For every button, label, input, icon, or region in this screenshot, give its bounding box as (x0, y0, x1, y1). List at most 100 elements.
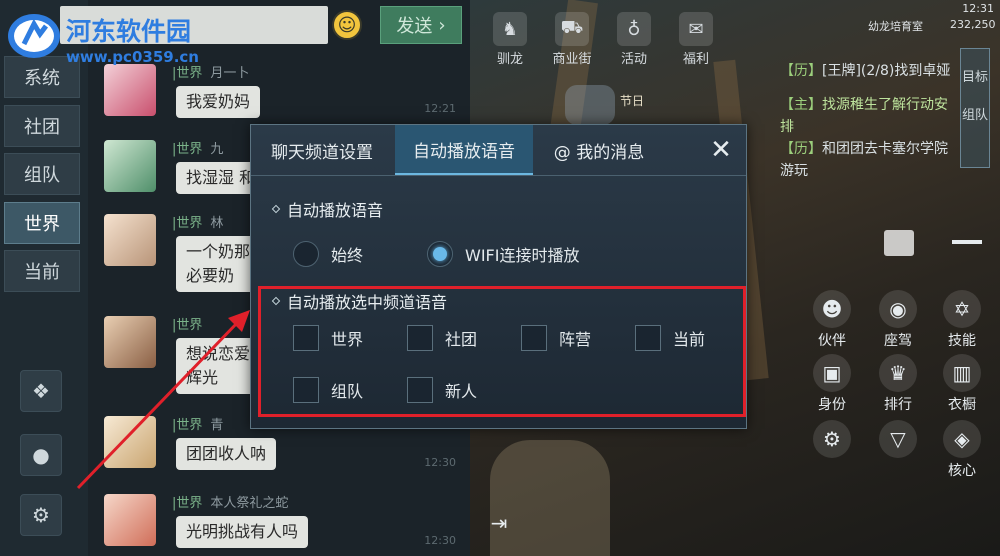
quest-item[interactable]: 【历】[王牌](2/8)找到卓娅 (780, 60, 960, 82)
tab-auto-play-voice[interactable]: 自动播放语音 (395, 125, 533, 175)
watermark-name: 河东软件园 (66, 17, 192, 46)
message-bubble[interactable]: 想说恋爱 辉光 (176, 338, 261, 394)
menu-label: 技能 (948, 333, 976, 349)
exit-icon[interactable]: ⇥ (484, 508, 514, 538)
message-bubble[interactable]: 团团收人呐 (176, 438, 277, 470)
quest-item[interactable]: 【历】和团团去卡塞尔学院游玩 (780, 138, 960, 182)
avatar[interactable] (104, 140, 156, 192)
radio-indicator (293, 241, 319, 267)
message-sender[interactable]: 青 (210, 418, 223, 433)
tab-chat-channel-settings[interactable]: 聊天频道设置 (251, 125, 393, 175)
top-icon-welfare[interactable]: ✉ 福利 (668, 12, 724, 67)
message-sender[interactable]: 九 (210, 142, 223, 157)
section-auto-play-voice: 自动播放语音 (271, 197, 384, 221)
channel-sidebar: 系统 社团 组队 世界 当前 ❖ ● ⚙ (0, 0, 88, 556)
status-bar: 12:31 (962, 2, 994, 15)
core-icon: ◈ (943, 420, 981, 458)
menu-skill[interactable]: ✡ 技能 (934, 290, 990, 350)
close-icon[interactable]: ✕ (706, 135, 736, 165)
message-time: 12:30 (424, 534, 456, 547)
avatar[interactable] (104, 214, 156, 266)
quest-item[interactable]: 【主】找源稚生了解行动安排 (780, 94, 960, 138)
rank-icon: ♛ (879, 354, 917, 392)
tab-team[interactable]: 组队 (4, 153, 80, 195)
cart-icon: ⛟ (555, 12, 589, 46)
section-title: 自动播放语音 (287, 201, 384, 220)
tab-world[interactable]: 世界 (4, 202, 80, 244)
robot-pet (565, 85, 615, 125)
menu-wardrobe[interactable]: ▥ 衣橱 (934, 354, 990, 414)
room-label: 幼龙培育室 (868, 20, 923, 33)
top-icon-event[interactable]: ♁ 活动 (606, 12, 662, 67)
watermark-url: www.pc0359.cn (66, 48, 199, 66)
menu-rank[interactable]: ♛ 排行 (870, 354, 926, 414)
top-icon-label: 福利 (682, 52, 709, 67)
dragon-icon: ♞ (493, 12, 527, 46)
tab-my-messages[interactable]: @ 我的消息 (535, 125, 663, 175)
menu-core[interactable]: ◈ 核心 (934, 420, 990, 480)
mount-icon: ◉ (879, 290, 917, 328)
partner-icon: ☻ (813, 290, 851, 328)
message-channel: |世界 (172, 142, 203, 157)
message-bubble[interactable]: 光明挑战有人吗 (176, 516, 309, 548)
top-icon-shop[interactable]: ⛟ 商业街 (544, 12, 600, 67)
message-line: 一个奶那 (186, 242, 251, 261)
gift-icon: ✉ (679, 12, 713, 46)
message-channel: |世界 (172, 318, 203, 333)
menu-label: 身份 (818, 397, 846, 413)
message-time: 12:21 (424, 102, 456, 115)
menu-toggle-icon[interactable] (952, 240, 982, 244)
radio-wifi-only[interactable]: WIFI连接时播放 (427, 241, 579, 267)
radio-indicator (427, 241, 453, 267)
message-channel: |世界 (172, 216, 203, 231)
quest-tag: 【历】 (780, 141, 822, 157)
radio-always[interactable]: 始终 (293, 241, 363, 267)
message-line: 辉光 (186, 368, 219, 387)
menu-task[interactable]: ▽ (870, 420, 926, 460)
message-sender[interactable]: 林 (210, 216, 223, 231)
emoji-icon[interactable]: ☺ (332, 10, 362, 40)
side-panel-target[interactable]: 目标 (961, 69, 989, 87)
message-bubble[interactable]: 一个奶那 必要奶 (176, 236, 261, 292)
identity-icon: ▣ (813, 354, 851, 392)
balloon-icon: ♁ (617, 12, 651, 46)
menu-label: 核心 (948, 463, 976, 479)
message-sender[interactable]: 月一卜 (210, 66, 249, 81)
microphone-icon[interactable]: ● (20, 434, 62, 476)
avatar[interactable] (104, 494, 156, 546)
quest-tag: 【主】 (780, 97, 822, 113)
tab-divider (251, 175, 746, 176)
top-icon-dragon[interactable]: ♞ 驯龙 (482, 12, 538, 67)
tab-club[interactable]: 社团 (4, 105, 80, 147)
highlight-box (258, 286, 746, 417)
menu-identity[interactable]: ▣ 身份 (804, 354, 860, 414)
message-channel: |世界 (172, 496, 203, 511)
menu-mount[interactable]: ◉ 座驾 (870, 290, 926, 350)
message-bubble[interactable]: 我爱奶妈 (176, 86, 261, 118)
avatar[interactable] (104, 316, 156, 368)
message-line: 必要奶 (186, 266, 235, 285)
avatar[interactable] (104, 416, 156, 468)
menu-settings[interactable]: ⚙ (804, 420, 860, 460)
send-button[interactable]: 发送 › (380, 6, 462, 44)
side-panel-team[interactable]: 组队 (961, 107, 989, 125)
wolf-emblem-icon[interactable]: ❖ (20, 370, 62, 412)
menu-partner[interactable]: ☻ 伙伴 (804, 290, 860, 350)
quest-text: [王牌](2/8)找到卓娅 (822, 63, 951, 79)
menu-label: 衣橱 (948, 397, 976, 413)
settings-icon[interactable]: ⚙ (20, 494, 62, 536)
festival-label[interactable]: 节日 (620, 92, 644, 109)
watermark-logo (8, 14, 60, 58)
top-icon-label: 活动 (620, 52, 647, 67)
tab-current[interactable]: 当前 (4, 250, 80, 292)
send-arrow-icon: › (438, 14, 446, 36)
avatar[interactable] (104, 64, 156, 116)
menu-label: 排行 (884, 397, 912, 413)
message-line: 想说恋爱 (186, 344, 251, 363)
send-label: 发送 (396, 16, 433, 37)
radio-label: WIFI连接时播放 (465, 246, 580, 265)
bag-icon[interactable] (884, 230, 914, 256)
message-sender[interactable]: 本人祭礼之蛇 (210, 496, 288, 511)
side-panel[interactable]: 目标 组队 (960, 48, 990, 168)
wardrobe-icon: ▥ (943, 354, 981, 392)
